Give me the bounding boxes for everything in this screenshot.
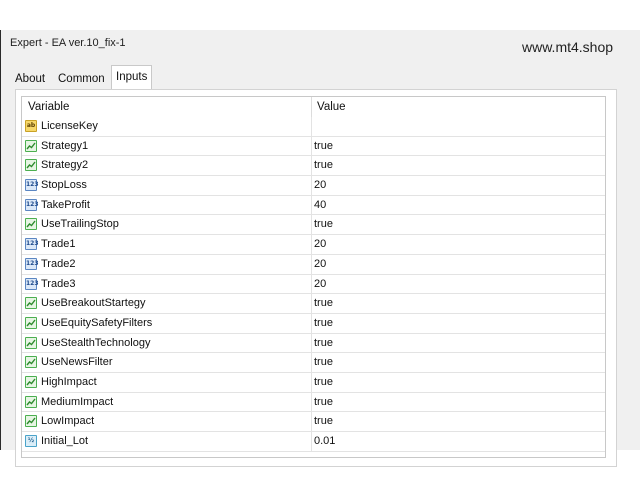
- string-icon: ab: [25, 120, 37, 132]
- row-variable-name: LicenseKey: [41, 120, 98, 132]
- table-row[interactable]: 123 Trade3 20: [22, 274, 605, 295]
- row-value[interactable]: true: [314, 356, 333, 368]
- row-variable-name: Trade1: [41, 238, 76, 251]
- row-value[interactable]: 40: [314, 199, 326, 211]
- column-divider: [311, 372, 312, 392]
- table-row[interactable]: UseTrailingStop true: [22, 215, 605, 236]
- row-variable-name: Trade3: [41, 277, 76, 290]
- row-value[interactable]: 20: [314, 179, 326, 191]
- column-divider: [311, 215, 312, 235]
- table-row[interactable]: 123 StopLoss 20: [22, 176, 605, 196]
- row-variable-name: UseTrailingStop: [41, 218, 119, 231]
- row-value[interactable]: true: [314, 376, 333, 388]
- table-row[interactable]: Strategy2 true: [22, 156, 605, 177]
- bool-icon: [25, 159, 37, 172]
- row-value[interactable]: true: [314, 159, 333, 171]
- table-row[interactable]: 123 Trade2 20: [22, 254, 605, 275]
- table-row[interactable]: 123 TakeProfit 40: [22, 195, 605, 216]
- tab-inputs[interactable]: Inputs: [111, 65, 153, 90]
- column-divider: [311, 432, 312, 451]
- column-divider: [311, 333, 312, 353]
- column-divider: [311, 412, 312, 431]
- row-value[interactable]: true: [314, 218, 333, 230]
- top-band: [0, 0, 640, 30]
- column-divider: [311, 136, 312, 156]
- bool-icon: [25, 375, 37, 388]
- table-row[interactable]: ½ Initial_Lot 0.01: [22, 432, 605, 452]
- bool-icon: [25, 395, 37, 408]
- row-variable-name: HighImpact: [41, 375, 97, 388]
- column-divider: [311, 176, 312, 195]
- row-variable-name: UseEquitySafetyFilters: [41, 316, 153, 329]
- row-value[interactable]: true: [314, 297, 333, 309]
- table-row[interactable]: LowImpact true: [22, 412, 605, 432]
- ea-properties-dialog: Expert - EA ver.10_fix-1 www.mt4.shop Ab…: [0, 30, 640, 467]
- bool-icon: [25, 218, 37, 231]
- row-variable-name: UseStealthTechnology: [41, 336, 151, 349]
- row-variable-name: UseBreakoutStartegy: [41, 297, 146, 310]
- header-divider[interactable]: [311, 97, 312, 117]
- column-divider: [311, 313, 312, 333]
- column-divider: [311, 156, 312, 176]
- bool-icon: [25, 356, 37, 369]
- row-variable-name: UseNewsFilter: [41, 356, 113, 369]
- table-header: Variable Value: [22, 97, 605, 117]
- table-row[interactable]: Strategy1 true: [22, 136, 605, 157]
- row-value[interactable]: true: [314, 317, 333, 329]
- table-row[interactable]: UseNewsFilter true: [22, 353, 605, 373]
- table-row[interactable]: UseEquitySafetyFilters true: [22, 313, 605, 334]
- row-variable-name: Trade2: [41, 257, 76, 270]
- int-icon: 123: [25, 198, 39, 211]
- int-icon: 123: [25, 179, 39, 192]
- row-variable-name: Strategy2: [41, 159, 89, 172]
- row-variable-name: Strategy1: [41, 139, 89, 152]
- tab-common[interactable]: Common: [54, 69, 109, 89]
- column-divider: [311, 392, 312, 412]
- row-variable-name: Initial_Lot: [41, 435, 89, 447]
- bool-icon: [25, 316, 37, 329]
- table-row[interactable]: 123 Trade1 20: [22, 235, 605, 255]
- column-divider: [311, 235, 312, 254]
- double-icon: ½: [25, 435, 37, 447]
- row-value[interactable]: true: [314, 337, 333, 349]
- header-value[interactable]: Value: [317, 101, 346, 113]
- window-title: Expert - EA ver.10_fix-1: [10, 37, 126, 49]
- row-variable-name: TakeProfit: [41, 198, 90, 211]
- int-icon: 123: [25, 238, 39, 251]
- table-row[interactable]: HighImpact true: [22, 372, 605, 393]
- bool-icon: [25, 336, 37, 349]
- bool-icon: [25, 297, 37, 310]
- tab-about[interactable]: About: [11, 69, 49, 89]
- column-divider: [311, 117, 312, 136]
- row-value[interactable]: 0.01: [314, 435, 335, 447]
- bool-icon: [25, 139, 37, 152]
- table-row[interactable]: UseStealthTechnology true: [22, 333, 605, 354]
- row-value[interactable]: true: [314, 396, 333, 408]
- bool-icon: [25, 415, 37, 428]
- row-value[interactable]: 20: [314, 258, 326, 270]
- column-divider: [311, 274, 312, 294]
- inputs-panel: Variable Value ab LicenseKey Strategy1 true…: [15, 89, 617, 467]
- row-variable-name: StopLoss: [41, 179, 87, 192]
- column-divider: [311, 294, 312, 313]
- row-variable-name: LowImpact: [41, 415, 95, 428]
- row-value[interactable]: 20: [314, 278, 326, 290]
- row-value[interactable]: 20: [314, 238, 326, 250]
- table-row[interactable]: UseBreakoutStartegy true: [22, 294, 605, 314]
- table-rows: ab LicenseKey Strategy1 true Strategy2 true 12…: [22, 117, 605, 452]
- row-value[interactable]: true: [314, 140, 333, 152]
- column-divider: [311, 353, 312, 372]
- column-divider: [311, 195, 312, 215]
- column-divider: [311, 254, 312, 274]
- table-row[interactable]: MediumImpact true: [22, 392, 605, 413]
- table-row[interactable]: ab LicenseKey: [22, 117, 605, 137]
- int-icon: 123: [25, 277, 39, 290]
- header-variable[interactable]: Variable: [28, 101, 69, 113]
- inputs-table: Variable Value ab LicenseKey Strategy1 true…: [21, 96, 606, 458]
- row-value[interactable]: true: [314, 415, 333, 427]
- int-icon: 123: [25, 257, 39, 270]
- watermark-text: www.mt4.shop: [522, 39, 614, 55]
- row-variable-name: MediumImpact: [41, 395, 114, 408]
